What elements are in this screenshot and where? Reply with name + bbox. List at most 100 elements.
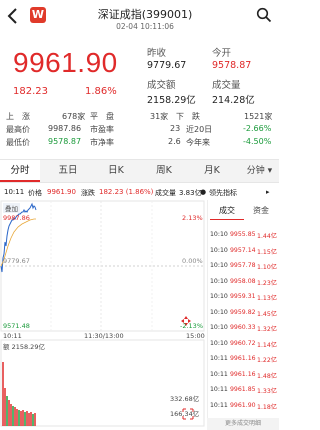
volume-amount-value: 2158.29亿 (11, 343, 45, 351)
volume-half-label: 166.34亿 (170, 410, 200, 418)
trade-time: 10:11 (210, 370, 228, 378)
search-icon[interactable] (256, 7, 272, 23)
trade-volume: 1.13亿 (257, 295, 277, 302)
info-price-label: 价格 (28, 189, 42, 197)
page-title: 深证成指(399001) (97, 8, 193, 21)
trade-row: 10:10 9960.33 1.32亿 (210, 322, 280, 334)
panel-tabs: 成交 资金 (208, 203, 280, 220)
trade-volume: 1.45亿 (257, 310, 277, 318)
trade-volume: 1.10亿 (257, 264, 277, 271)
price-change: 182.23 (13, 86, 48, 97)
trade-volume: 1.32亿 (257, 326, 277, 333)
trade-volume: 1.33亿 (257, 388, 277, 395)
trade-price: 9957.14 (230, 246, 256, 254)
trade-volume: 1.15亿 (257, 248, 277, 256)
info-time: 10:11 (4, 188, 25, 196)
trade-time: 10:10 (210, 277, 228, 285)
axis-high-pct: 2.13% (182, 214, 203, 222)
tab-daily-k[interactable]: 日K (96, 160, 136, 182)
stat-label: 最低价 (6, 138, 30, 147)
trade-time: 10:10 (210, 324, 228, 331)
trade-price: 9960.72 (230, 339, 256, 347)
stats-row: 上 涨 678家 平 盘 31家 下 跌 1521家 (0, 110, 279, 123)
axis-low-pct: -2.13% (180, 322, 203, 330)
trade-row: 10:11 9961.90 1.18亿 (210, 400, 280, 412)
trade-price: 9957.78 (230, 262, 256, 269)
trade-volume: 1.44亿 (257, 233, 277, 240)
info-price: 9961.90 (47, 188, 76, 196)
trade-volume: 1.18亿 (257, 403, 277, 411)
trade-row: 10:10 9960.72 1.14亿 (210, 338, 280, 350)
stats-row: 最高价 9987.86 市盈率 23 近20日 -2.66% (0, 123, 279, 136)
volume-amount-label: 额 (3, 343, 10, 351)
volume-label: 成交量 (212, 80, 241, 91)
prev-close: 昨收 9779.67 (147, 45, 186, 71)
trade-time: 10:10 (210, 246, 228, 254)
amount-value: 2158.29亿 (147, 95, 196, 106)
trade-price: 9958.08 (230, 277, 256, 285)
stat-label: 今年来 (186, 138, 210, 147)
app-logo: W (30, 7, 46, 23)
tab-five-day[interactable]: 五日 (48, 160, 88, 182)
stat-label: 最高价 (6, 125, 30, 134)
info-vol-label: 成交量 (155, 189, 176, 197)
trade-price: 9961.90 (230, 401, 256, 409)
trade-time: 10:10 (210, 339, 228, 347)
tab-trades[interactable]: 成交 (210, 203, 244, 220)
time-end: 15:00 (186, 332, 205, 340)
open-label: 今开 (212, 48, 232, 59)
stat-label: 近20日 (186, 125, 213, 134)
overlay-badge[interactable]: 叠加 (3, 203, 20, 213)
back-icon[interactable] (4, 6, 24, 26)
trade-panel: 成交 资金 10:10 9955.85 1.44亿 10:10 9957.14 1.15亿… (207, 200, 279, 430)
trade-volume: 1.14亿 (257, 341, 277, 349)
tab-weekly-k[interactable]: 周K (144, 160, 184, 182)
amount-label: 成交额 (147, 80, 176, 91)
tab-minute[interactable]: 分钟 ▾ (240, 160, 279, 182)
open: 今开 9578.87 (212, 45, 251, 71)
stats-table: 上 涨 678家 平 盘 31家 下 跌 1521家 最高价 9987.86 市… (0, 110, 279, 149)
header: W 深证成指(399001) 02-04 10:11:06 (0, 0, 279, 40)
trade-price: 9955.85 (230, 231, 256, 238)
stat-label: 下 跌 (176, 112, 200, 121)
trade-price: 9960.33 (230, 324, 256, 331)
volume-value: 214.28亿 (212, 95, 255, 106)
trade-row: 10:10 9955.85 1.44亿 (210, 229, 280, 241)
trade-row: 10:10 9959.31 1.13亿 (210, 291, 280, 303)
leading-indicator[interactable]: 领先指标 (209, 188, 237, 198)
amount: 成交额 2158.29亿 (147, 77, 196, 106)
current-price: 9961.90 (13, 47, 118, 78)
trade-volume: 1.23亿 (257, 279, 277, 287)
stat-label: 平 盘 (90, 112, 114, 121)
intraday-chart[interactable]: 叠加 9987.86 2.13% 9779.67 0.00% 9571.48 -… (0, 200, 206, 430)
stats-row: 最低价 9578.87 市净率 2.6 今年来 -4.50% (0, 136, 279, 149)
axis-mid-pct: 0.00% (182, 257, 203, 265)
trade-row: 10:11 9961.16 1.48亿 (210, 369, 280, 381)
trade-time: 10:10 (210, 231, 228, 238)
trade-row: 10:11 9961.85 1.33亿 (210, 384, 280, 396)
stat-value: 9987.86 (48, 124, 82, 133)
trade-volume: 1.48亿 (257, 372, 277, 380)
tab-funds[interactable]: 资金 (244, 203, 278, 219)
trade-price: 9959.31 (230, 293, 256, 300)
tab-intraday[interactable]: 分时 (0, 160, 40, 182)
tab-minute-label: 分钟 (246, 166, 265, 176)
info-change: 182.23 (1.86%) (99, 188, 154, 196)
stat-value: 2.6 (168, 137, 181, 146)
more-trades-link[interactable]: 更多成交明细 (207, 418, 279, 430)
chart-tabs: 分时 五日 日K 周K 月K 分钟 ▾ (0, 159, 279, 183)
open-value: 9578.87 (212, 60, 252, 71)
axis-high-label: 9987.86 (3, 214, 30, 222)
stat-label: 市盈率 (90, 125, 114, 134)
prev-close-value: 9779.67 (147, 60, 187, 71)
trade-price: 9961.85 (230, 386, 256, 393)
trade-price: 9961.16 (230, 370, 256, 378)
axis-mid-label: 9779.67 (3, 257, 30, 265)
more-trades-bar[interactable]: 更多成交明细 (207, 418, 279, 430)
more-icon[interactable]: ▸ (266, 188, 270, 196)
trade-time: 10:11 (210, 386, 228, 393)
tab-monthly-k[interactable]: 月K (192, 160, 232, 182)
stat-label: 上 涨 (6, 112, 30, 121)
volume-amount: 额 2158.29亿 (3, 341, 45, 351)
stat-value: 1521家 (244, 112, 273, 121)
